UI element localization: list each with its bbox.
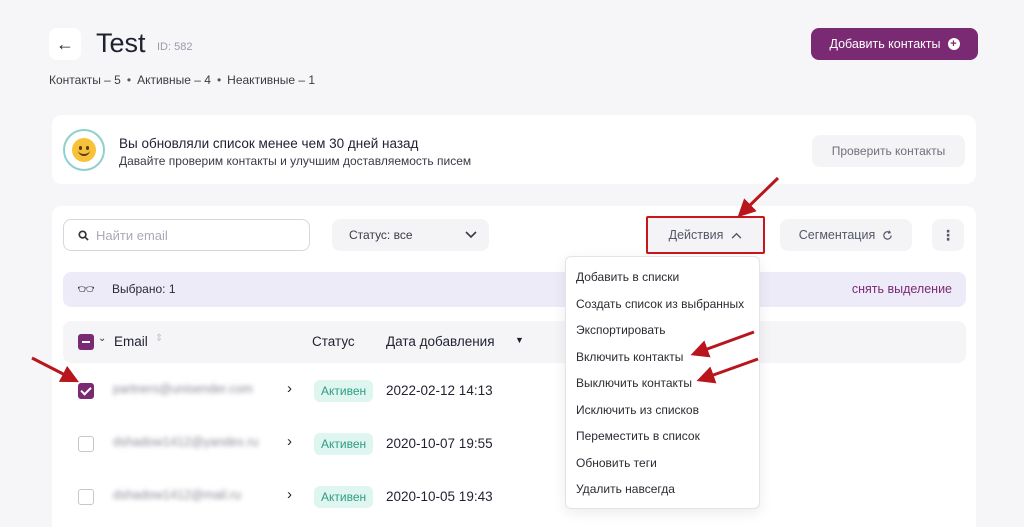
actions-label: Действия: [668, 228, 724, 242]
arrow-left-icon: ←: [56, 33, 74, 54]
list-id: ID: 582: [157, 41, 193, 53]
stat-separator: •: [216, 73, 222, 87]
add-contacts-button[interactable]: Добавить контакты +: [811, 28, 978, 60]
column-date[interactable]: Дата добавления: [386, 334, 495, 349]
refresh-icon: [883, 230, 892, 240]
banner-subtitle: Давайте проверим контакты и улучшим дост…: [119, 154, 472, 168]
stat-contacts: Контакты – 5: [49, 73, 121, 87]
menu-item-enable-contacts[interactable]: Включить контакты: [566, 344, 759, 371]
menu-item-update-tags[interactable]: Обновить теги: [566, 450, 759, 477]
table-row[interactable]: partners@unisender.com › Активен 2022-02…: [63, 371, 966, 411]
contact-stats: Контакты – 5 • Активные – 4 • Неактивные…: [49, 73, 315, 87]
actions-menu: Добавить в списки Создать список из выбр…: [565, 256, 760, 509]
menu-item-disable-contacts[interactable]: Выключить контакты: [566, 370, 759, 397]
add-contacts-label: Добавить контакты: [829, 37, 941, 51]
row-date: 2020-10-07 19:55: [386, 436, 493, 451]
menu-item-move-to-list[interactable]: Переместить в список: [566, 423, 759, 450]
chevron-right-icon[interactable]: ›: [287, 433, 292, 450]
status-filter-select[interactable]: Статус: все: [332, 219, 489, 251]
search-icon: [78, 229, 89, 241]
column-status: Статус: [312, 334, 355, 349]
row-checkbox[interactable]: [78, 383, 94, 399]
table-row[interactable]: dshadow1412@mail.ru › Активен 2020-10-05…: [63, 477, 966, 517]
chevron-up-icon: [732, 232, 742, 239]
row-checkbox[interactable]: [78, 489, 94, 505]
row-checkbox[interactable]: [78, 436, 94, 452]
select-all-checkbox[interactable]: [78, 334, 94, 350]
menu-item-export[interactable]: Экспортировать: [566, 317, 759, 344]
segmentation-label: Сегментация: [798, 228, 876, 242]
row-email: partners@unisender.com: [113, 382, 253, 396]
selection-bar: 👓︎ Выбрано: 1 снять выделение: [63, 272, 966, 307]
page-title: Test: [96, 28, 146, 58]
more-vertical-icon: ⋮: [941, 226, 955, 243]
row-email: dshadow1412@yandex.ru: [113, 435, 259, 449]
glasses-icon: 👓︎: [77, 281, 95, 297]
status-filter-label: Статус: все: [349, 228, 413, 242]
search-input[interactable]: [96, 227, 286, 243]
check-contacts-button[interactable]: Проверить контакты: [812, 135, 965, 167]
sort-icon[interactable]: ⇕: [155, 333, 163, 344]
status-badge: Активен: [314, 486, 374, 508]
status-badge: Активен: [314, 433, 374, 455]
plus-circle-icon: +: [947, 38, 960, 50]
row-date: 2022-02-12 14:13: [386, 383, 493, 398]
column-email[interactable]: Email: [114, 334, 148, 349]
row-email: dshadow1412@mail.ru: [113, 488, 242, 502]
stat-inactive: Неактивные – 1: [227, 73, 316, 87]
menu-item-delete-forever[interactable]: Удалить навсегда: [566, 476, 759, 503]
menu-item-add-to-lists[interactable]: Добавить в списки: [566, 264, 759, 291]
update-banner: Вы обновляли список менее чем 30 дней на…: [52, 115, 976, 184]
banner-title: Вы обновляли список менее чем 30 дней на…: [119, 136, 419, 151]
clear-selection-link[interactable]: снять выделение: [852, 282, 952, 296]
stat-separator: •: [126, 73, 132, 87]
chevron-down-icon[interactable]: ⌄: [98, 333, 106, 344]
table-header: ⌄ Email ⇕ Статус Дата добавления ▼: [63, 321, 966, 363]
sort-desc-icon[interactable]: ▼: [515, 335, 524, 345]
table-row[interactable]: dshadow1412@yandex.ru › Активен 2020-10-…: [63, 424, 966, 464]
status-badge: Активен: [314, 380, 374, 402]
chevron-down-icon: [464, 231, 477, 239]
menu-item-create-list[interactable]: Создать список из выбранных: [566, 291, 759, 318]
contacts-panel: Статус: все Действия Сегментация ⋮ 👓︎ Вы…: [52, 206, 976, 527]
row-date: 2020-10-05 19:43: [386, 489, 493, 504]
chevron-right-icon[interactable]: ›: [287, 486, 292, 503]
smiley-icon: [63, 129, 105, 171]
segmentation-button[interactable]: Сегментация: [780, 219, 912, 251]
chevron-right-icon[interactable]: ›: [287, 380, 292, 397]
selected-count: Выбрано: 1: [112, 282, 176, 296]
more-options-button[interactable]: ⋮: [932, 219, 964, 251]
actions-dropdown-button[interactable]: Действия: [646, 216, 765, 254]
back-button[interactable]: ←: [49, 28, 81, 60]
menu-item-exclude-from-lists[interactable]: Исключить из списков: [566, 397, 759, 424]
stat-active: Активные – 4: [137, 73, 211, 87]
search-box[interactable]: [63, 219, 310, 251]
